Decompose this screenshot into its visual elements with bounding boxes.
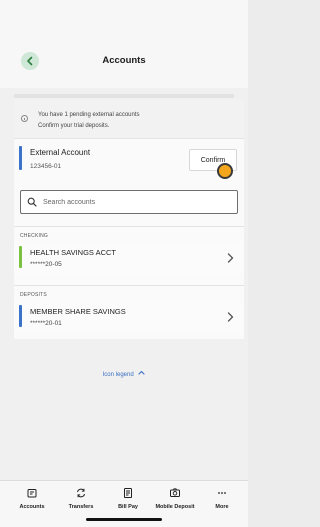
camera-icon: [170, 488, 180, 497]
tab-mobile-deposit[interactable]: Mobile Deposit: [152, 487, 198, 510]
header: Accounts: [0, 0, 248, 88]
tab-label: Mobile Deposit: [155, 504, 195, 510]
account-color-bar: [19, 146, 22, 170]
more-icon: [218, 492, 226, 494]
notice-text: You have 1 pending external accounts: [38, 112, 140, 118]
accounts-card: You have 1 pending external accounts Con…: [14, 99, 244, 339]
tab-more[interactable]: More: [199, 487, 245, 510]
search-input[interactable]: [43, 195, 233, 209]
account-name: HEALTH SAVINGS ACCT: [30, 248, 116, 257]
icon-legend-toggle[interactable]: Icon legend: [0, 370, 248, 378]
account-color-bar: [19, 246, 22, 268]
cursor-indicator: [217, 163, 233, 179]
chevron-up-icon: [138, 370, 145, 375]
tab-label: More: [215, 504, 229, 510]
header-divider: [14, 94, 234, 98]
tab-bill-pay[interactable]: Bill Pay: [105, 487, 151, 510]
tab-accounts[interactable]: Accounts: [9, 487, 55, 510]
search-box[interactable]: [20, 190, 238, 214]
accounts-icon: [27, 489, 37, 498]
chevron-right-icon: [227, 253, 234, 263]
app-screen: Accounts You have 1 pending external acc…: [0, 0, 248, 527]
notice-subtext: Confirm your trial deposits.: [38, 123, 110, 129]
account-number: ******20-01: [30, 320, 62, 327]
account-row-member-share[interactable]: MEMBER SHARE SAVINGS ******20-01: [14, 301, 244, 333]
section-divider: [14, 226, 244, 227]
external-account-number: 123456-01: [30, 163, 62, 170]
page-title: Accounts: [102, 55, 146, 66]
tab-label: Accounts: [19, 504, 45, 510]
tab-label: Bill Pay: [118, 504, 138, 510]
search-icon: [27, 197, 37, 207]
account-row-health-savings[interactable]: HEALTH SAVINGS ACCT ******20-05: [14, 242, 244, 274]
info-icon: [21, 115, 28, 122]
section-label-checking: CHECKING: [20, 233, 48, 239]
transfers-icon: [77, 488, 85, 498]
home-indicator: [86, 518, 162, 521]
section-label-deposits: DEPOSITS: [20, 292, 47, 298]
account-number: ******20-05: [30, 261, 62, 268]
section-divider: [14, 285, 244, 286]
account-name: MEMBER SHARE SAVINGS: [30, 307, 126, 316]
pending-notice: You have 1 pending external accounts Con…: [14, 99, 244, 139]
icon-legend-label: Icon legend: [102, 372, 134, 378]
account-color-bar: [19, 305, 22, 327]
external-account-name: External Account: [30, 148, 91, 157]
chevron-right-icon: [227, 312, 234, 322]
tab-label: Transfers: [68, 504, 94, 510]
tab-transfers[interactable]: Transfers: [58, 487, 104, 510]
external-account-row: External Account 123456-01 Confirm: [14, 141, 244, 179]
bill-pay-icon: [124, 488, 132, 498]
